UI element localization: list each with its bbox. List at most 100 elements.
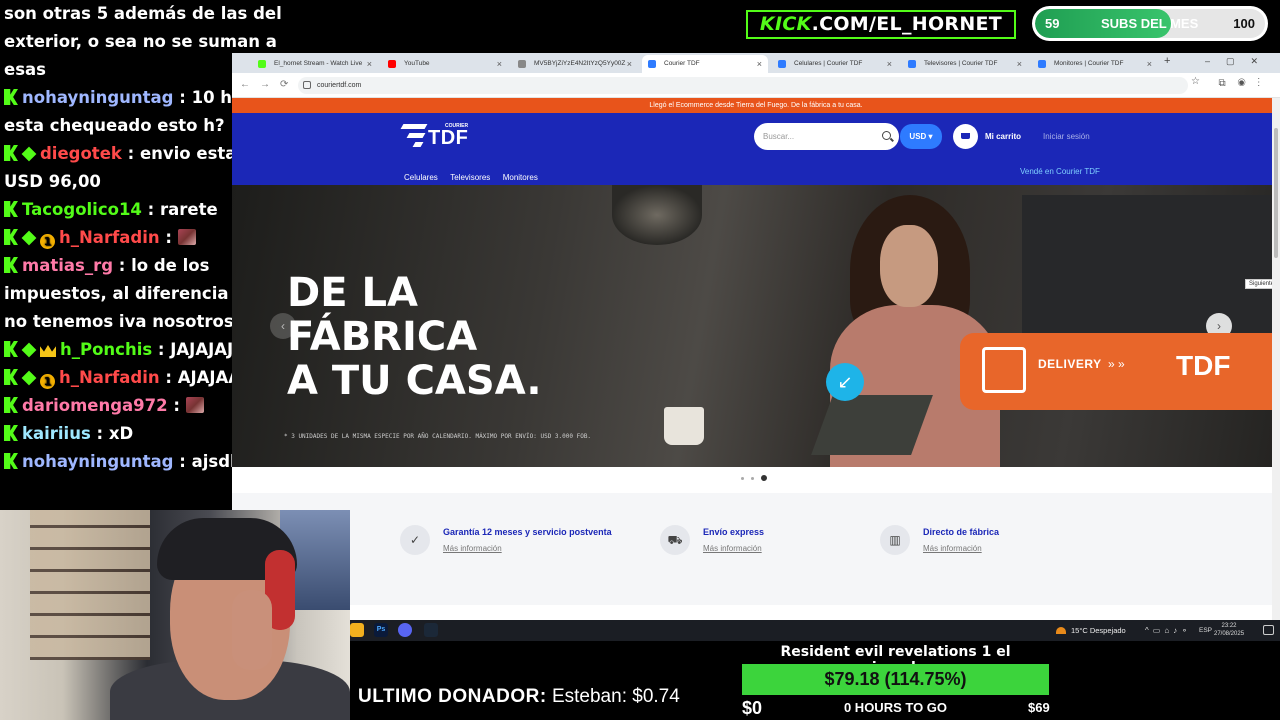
chat-emote (185, 397, 204, 413)
page-scrollbar[interactable] (1272, 98, 1280, 620)
tab-close-icon[interactable]: × (627, 55, 632, 73)
browser-window: El_hornet Stream - Watch Live × YouTube × MV… (232, 53, 1280, 620)
login-link[interactable]: Iniciar sesión (1043, 124, 1090, 149)
hero-title-line-2: FÁBRICA (287, 314, 478, 360)
feature-more-link[interactable]: Más información (923, 544, 982, 553)
weather-text: 15°C Despejado (1071, 626, 1126, 635)
search-input[interactable]: Buscar... (754, 123, 899, 150)
sell-link[interactable]: Vendé en Courier TDF (1020, 167, 1100, 176)
site-info-icon[interactable] (303, 81, 311, 89)
carousel-prev-button[interactable]: ‹ (270, 313, 296, 339)
photoshop-icon[interactable]: Ps (374, 623, 388, 637)
carousel-dot[interactable] (761, 475, 767, 481)
search-icon[interactable] (882, 131, 891, 140)
subs-goal-bar: 59 SUBS DEL MES 100 (1032, 6, 1268, 41)
hero-photo-person-face (880, 225, 938, 307)
subs-goal: 100 (1233, 16, 1255, 31)
kick-badge-icon (4, 341, 18, 357)
chat-username[interactable]: dariomenga972 (22, 396, 168, 415)
donation-goal-time: 0 HOURS TO GO (843, 700, 948, 715)
delivery-badge: DELIVERY » » TDF (960, 333, 1280, 410)
shield-check-icon: ✓ (400, 525, 430, 555)
truck-icon: ⛟ (660, 525, 690, 555)
tab-favicon-icon (258, 60, 266, 68)
features-section: ✓ Garantía 12 meses y servicio postventa M… (232, 493, 1280, 605)
search-placeholder: Buscar... (763, 132, 795, 141)
hero-photo-mug (664, 407, 704, 445)
hero-title-line-3: A TU CASA. (287, 358, 542, 404)
scrollbar-thumb[interactable] (1274, 128, 1278, 258)
feature-more-link[interactable]: Más información (703, 544, 762, 553)
browser-tab[interactable]: Celulares | Courier TDF × (772, 55, 898, 73)
chat-username[interactable]: nohayninguntag (22, 452, 174, 471)
browser-tab[interactable]: Televisores | Courier TDF × (902, 55, 1028, 73)
taskbar-clock[interactable]: 23:22 27/08/2025 (1214, 622, 1244, 638)
feature-title: Envío express (703, 527, 765, 537)
tab-close-icon[interactable]: × (367, 55, 372, 73)
coin-badge-icon: 1 (40, 374, 55, 389)
tab-label: MV5BYjZiYzE4N2ItYzQ5Yy00Z (534, 60, 626, 67)
arrow-down-left-icon: ↙ (826, 363, 864, 401)
weather-widget[interactable]: 15°C Despejado (1056, 620, 1126, 641)
chat-username[interactable]: h_Ponchis (60, 340, 152, 359)
kick-badge-icon (4, 397, 18, 413)
cart-label: Mi carrito (985, 132, 1022, 141)
tab-close-icon[interactable]: × (757, 55, 762, 73)
carousel-dot[interactable] (751, 477, 754, 480)
currency-selector[interactable]: USD ▾ (900, 124, 942, 149)
feature-title: Directo de fábrica (923, 527, 1000, 537)
kick-badge-icon (4, 201, 18, 217)
carousel-dot[interactable] (741, 477, 744, 480)
chat-username[interactable]: Tacogolico14 (22, 200, 142, 219)
kick-badge-icon (4, 89, 18, 105)
chat-username[interactable]: diegotek (40, 144, 122, 163)
tab-label: Celulares | Courier TDF (794, 60, 863, 67)
tab-close-icon[interactable]: × (1017, 55, 1022, 73)
discord-icon[interactable] (398, 623, 412, 637)
chat-username[interactable]: matias_rg (22, 256, 113, 275)
kick-badge-icon (4, 257, 18, 273)
window-controls[interactable]: –▢✕ (1205, 56, 1274, 67)
last-donor-label: ULTIMO DONADOR: (358, 686, 547, 707)
kick-badge-icon (4, 229, 18, 245)
browser-tab[interactable]: YouTube × (382, 55, 508, 73)
promo-banner: Llegó el Ecommerce desde Tierra del Fueg… (232, 98, 1280, 113)
nav-link-celulares[interactable]: Celulares (404, 173, 438, 182)
browser-tab[interactable]: Monitores | Courier TDF × (1032, 55, 1158, 73)
notification-icon[interactable] (1263, 625, 1274, 635)
steam-icon[interactable] (424, 623, 438, 637)
system-tray-icons[interactable]: ^▭⌂♪⚬ (1145, 620, 1192, 641)
browser-tab[interactable]: El_hornet Stream - Watch Live × (252, 55, 378, 73)
feature-more-link[interactable]: Más información (443, 544, 502, 553)
browser-tab[interactable]: MV5BYjZiYzE4N2ItYzQ5Yy00Z × (512, 55, 638, 73)
tab-label: Monitores | Courier TDF (1054, 60, 1124, 67)
kick-channel-url: .COM/EL_HORNET (811, 13, 1003, 35)
toolbar-icons[interactable]: ⧉◉⋮ (1218, 78, 1272, 89)
tab-favicon-icon (388, 60, 396, 68)
chat-username[interactable]: h_Narfadin (59, 228, 160, 247)
language-indicator[interactable]: ESP (1199, 620, 1212, 641)
hero-photo-monitor (1022, 195, 1272, 335)
chat-username[interactable]: nohayninguntag (22, 88, 174, 107)
url-field[interactable]: couriertdf.com (298, 77, 1188, 94)
tab-favicon-icon (778, 60, 786, 68)
subs-count: 59 (1045, 16, 1060, 31)
donation-goal-bar: $79.18 (114.75%) (742, 664, 1049, 695)
browser-tab[interactable]: Courier TDF × (642, 55, 768, 73)
nav-link-televisores[interactable]: Televisores (450, 173, 490, 182)
kick-badge-icon (4, 453, 18, 469)
bookmark-star-icon[interactable]: ☆ (1191, 73, 1200, 90)
nav-buttons[interactable]: ←→⟳ (240, 79, 298, 90)
chat-username[interactable]: kairiius (22, 424, 91, 443)
tab-close-icon[interactable]: × (1147, 55, 1152, 73)
package-icon (982, 347, 1026, 393)
chrome-icon[interactable] (350, 623, 364, 637)
tab-close-icon[interactable]: × (887, 55, 892, 73)
diamond-badge-icon (21, 146, 37, 162)
feature-title: Garantía 12 meses y servicio postventa (443, 527, 612, 537)
webcam-bookshelf (30, 510, 150, 660)
nav-link-monitores[interactable]: Monitores (503, 173, 538, 182)
chat-username[interactable]: h_Narfadin (59, 368, 160, 387)
tab-close-icon[interactable]: × (497, 55, 502, 73)
new-tab-button[interactable]: + (1164, 55, 1170, 67)
